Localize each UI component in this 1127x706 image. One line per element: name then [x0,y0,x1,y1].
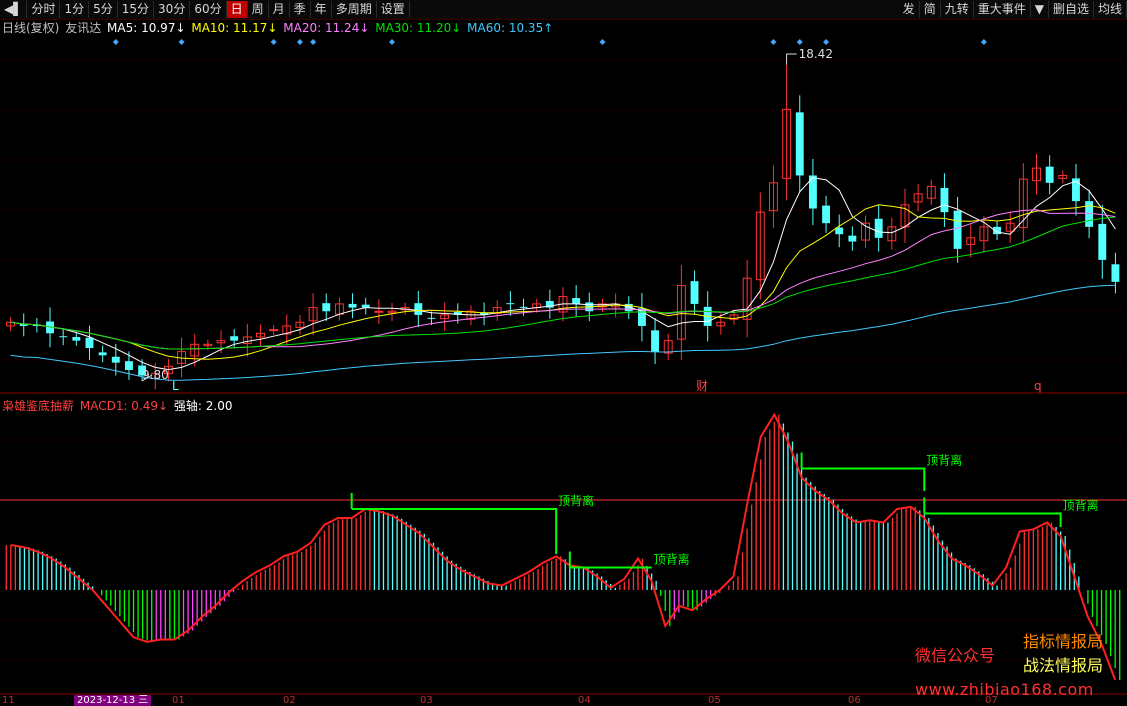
high-price-label: 18.42 [799,47,833,61]
watermark-url: www.zhibiao168.com [915,680,1094,699]
signal-diamond [270,39,277,45]
candle-down [348,303,357,308]
candle-down [506,303,515,305]
candle-down [940,187,949,213]
ma20-line [10,209,1116,350]
time-tick: 05 [708,695,721,706]
candle-up [374,310,384,313]
candle-down [572,298,581,304]
signal-diamond [296,39,303,45]
time-tick: 11 [2,695,15,706]
signal-diamond [112,39,119,45]
signal-diamond [389,39,396,45]
divergence-label: 顶背离 [926,453,962,468]
divergence-label: 顶背离 [1063,498,1099,513]
signal-diamond [178,39,185,45]
candle-down [519,306,528,308]
selected-date[interactable]: 2023-12-13 三 [74,695,152,706]
marker-l: L [172,379,179,393]
ma30-line [10,216,1116,350]
candle-down [85,337,94,348]
candle-down [59,336,68,338]
time-tick: 01 [172,695,185,706]
grid-lines [0,59,1127,695]
candle-down [953,210,962,249]
divergence-label: 顶背离 [558,493,594,508]
watermark-line2: 战法情报局 [1023,656,1104,675]
candle-down [322,303,331,312]
candle-down [848,235,857,242]
marker-cai: 财 [696,379,708,393]
candle-down [125,361,133,370]
signal-diamond [599,39,606,45]
candle-down [1045,166,1054,183]
moving-average-lines [10,53,1116,382]
low-price-label: 9.80 [142,368,169,382]
candle-down [874,218,883,238]
signal-diamond [310,39,317,45]
signal-diamond [796,39,803,45]
signal-diamond [823,39,830,45]
divergence-annotations: 顶背离顶背离顶背离顶背离 [350,452,1099,569]
signal-diamond [770,39,777,45]
high-callout [786,53,797,65]
time-tick: 06 [848,695,861,706]
watermark-label: 微信公众号 [915,646,996,665]
time-tick: 03 [420,695,433,706]
candle-down [72,336,81,341]
marker-q: q [1034,379,1042,393]
candle-down [111,356,120,363]
divergence-label: 顶背离 [654,552,690,567]
candle-down [1098,223,1107,260]
candle-down [427,317,436,319]
candle-down [795,112,804,176]
signal-diamond [980,39,987,45]
candle-down [1111,264,1120,282]
candle-down [690,281,699,304]
chart-canvas[interactable]: 顶背离顶背离顶背离顶背离 18.42 9.80 L 财 q [0,0,1127,695]
divergence-line [351,508,558,554]
candle-down [822,205,831,224]
ma10-line [10,204,1116,360]
candle-down [98,352,107,356]
signal-markers [112,39,987,45]
ma5-line [10,177,1116,371]
candle-up [269,329,279,332]
time-tick: 02 [283,695,296,706]
candle-down [414,303,423,315]
candle-down [651,330,660,352]
time-tick: 04 [578,695,591,706]
candle-down [230,336,239,341]
watermark-names: 指标情报局 战法情报局 [1023,630,1103,678]
candlestick-series [6,64,1120,390]
divergence-line [801,467,926,491]
watermark-line1: 指标情报局 [1023,632,1104,651]
